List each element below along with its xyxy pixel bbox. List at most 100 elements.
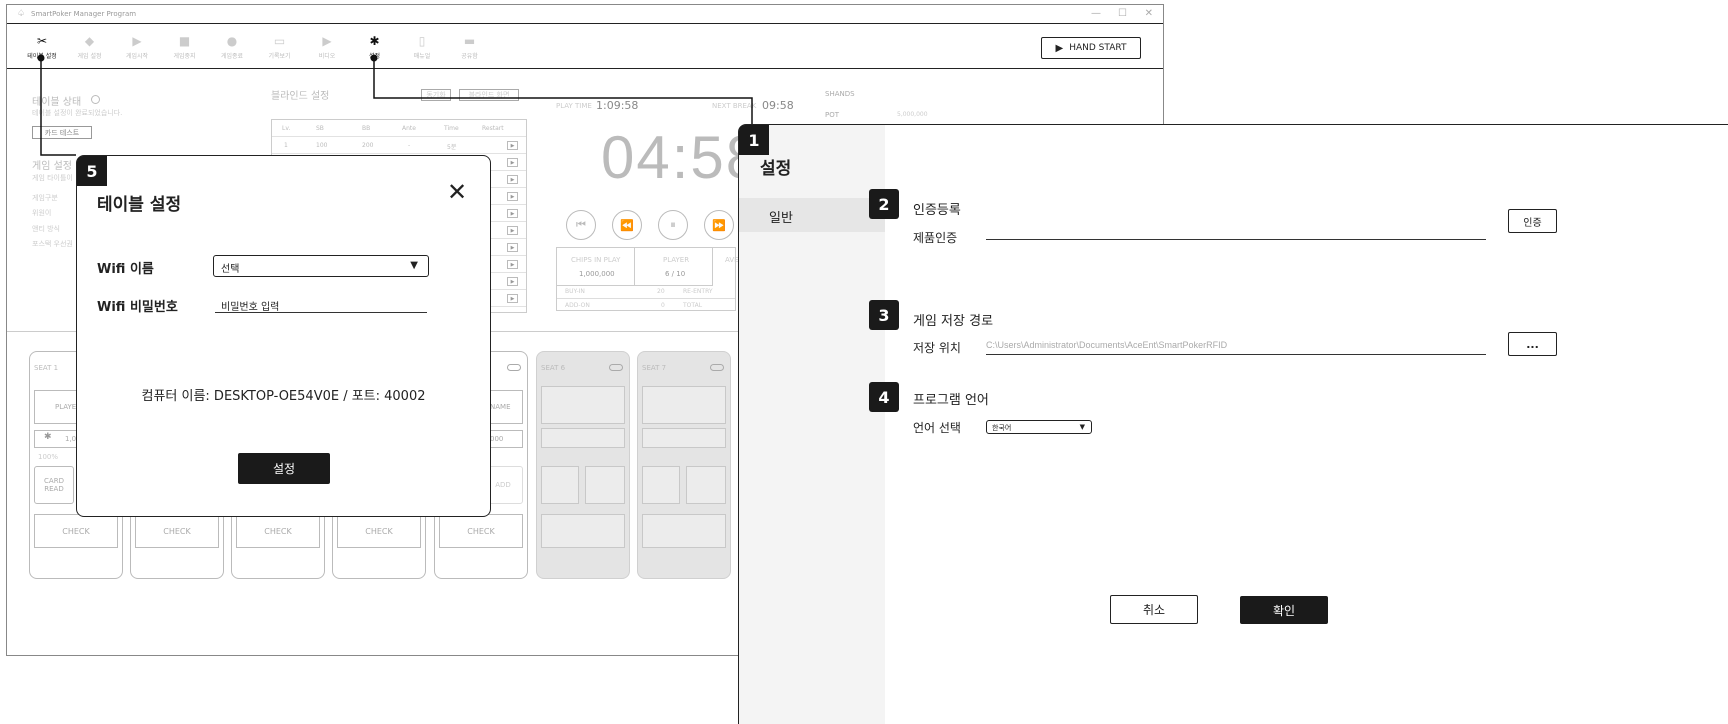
fast-forward-icon[interactable]: ⏩ [704,210,734,240]
column-header: Ante [402,125,416,132]
seat-6[interactable]: SEAT 6 [536,351,630,579]
table-status-message: 테이블 설정이 완료되었습니다. [32,109,123,117]
product-auth-label: 제품인증 [913,231,958,245]
seat-7[interactable]: SEAT 7 [637,351,731,579]
restart-play-icon[interactable]: ▶ [507,141,518,150]
column-header: Lv. [282,125,291,132]
side-item: 앤티 방식 [32,225,60,233]
rewind-icon[interactable]: ⏪ [612,210,642,240]
toolbar-item[interactable]: ◆ 게임 설정 [65,34,115,60]
hand-start-button[interactable]: ▶ HAND START [1041,37,1141,59]
seat-toggle[interactable] [609,364,623,371]
restart-play-icon[interactable]: ▶ [507,277,518,286]
apply-button[interactable]: 설정 [238,453,330,484]
reentry-label: RE-ENTRY [683,288,713,295]
restart-play-icon[interactable]: ▶ [507,209,518,218]
toolbar-item-label: 비디오 [318,53,336,60]
minimize-icon[interactable]: — [1091,8,1101,19]
language-select-label: 언어 선택 [913,421,961,435]
cell: - [408,142,411,149]
side-item: 게임구분 [32,194,58,202]
reset-button[interactable]: 동기화 [421,89,451,101]
check-button[interactable]: CHECK [337,514,421,548]
addon-label: ADD-ON [565,302,590,309]
toolbar-item-label: 게임시작 [125,53,149,60]
pause-icon[interactable]: ⏸ [658,210,688,240]
check-button[interactable]: CHECK [34,514,118,548]
close-window-icon[interactable]: ✕ [1145,8,1153,19]
check-button[interactable]: CHECK [236,514,320,548]
wifi-password-label: Wifi 비밀번호 [97,300,178,315]
confirm-button[interactable]: 확인 [1240,596,1328,624]
toolbar-item[interactable]: ■ 게임중지 [160,34,210,60]
close-icon[interactable]: ✕ [447,178,467,206]
save-location-label: 저장 위치 [913,341,961,355]
cell: 1 [284,142,288,149]
seat-toggle[interactable] [507,364,521,371]
column-header: BB [362,125,371,132]
toolbar-item[interactable]: ✂ 테이블 설정 [17,34,67,60]
table-row[interactable]: 1 100 200 - 5분 ▶ [272,137,526,154]
player-count-label: PLAYER [663,256,690,264]
restart-play-icon[interactable]: ▶ [507,158,518,167]
toolbar-item-label: 기록보기 [268,53,291,60]
keyboard-icon: ▭ [273,34,286,48]
toolbar-item[interactable]: ▶ 비디오 [302,34,352,60]
product-key-input[interactable] [986,222,1486,240]
maximize-icon[interactable]: ☐ [1118,8,1127,19]
card-read-button[interactable]: CARD READ [34,466,74,504]
settings-title: 설정 [760,159,792,179]
restart-play-icon[interactable]: ▶ [507,175,518,184]
restart-play-icon[interactable]: ▶ [507,294,518,303]
wifi-name-label: Wifi 이름 [97,262,154,277]
toolbar-item-label: 설정 [368,53,381,60]
toolbar-item[interactable]: ▶ 게임시작 [112,34,162,60]
addon-value: 0 [661,302,665,309]
toolbar-item[interactable]: ▬ 공유함 [445,34,495,60]
game-settings-title: 게임 설정 [32,161,72,172]
side-item: 위원이 [32,209,52,217]
restart-play-icon[interactable]: ▶ [507,226,518,235]
restart-play-icon[interactable]: ▶ [507,260,518,269]
gear-icon: ✱ [369,34,380,48]
wifi-password-input[interactable]: 비밀번호 입력 [215,295,427,313]
toolbar-item[interactable]: ▭ 기록보기 [255,34,305,60]
skip-back-icon[interactable]: ⏮ [566,210,596,240]
check-button[interactable]: CHECK [439,514,523,548]
settings-panel: 1 설정 일반 2 인증등록 제품인증 인증 3 게임 저장 경로 저장 위치 … [738,124,1728,724]
wifi-select[interactable]: 선택 ▼ [213,255,429,277]
percent-label: 100% [38,453,59,461]
language-select[interactable]: 한국어 ▼ [986,420,1092,434]
restart-play-icon[interactable]: ▶ [507,243,518,252]
toolbar-item[interactable]: ▯ 매뉴얼 [397,34,447,60]
seat-toggle[interactable] [710,364,724,371]
play-icon: ▶ [132,34,142,48]
video-icon: ▶ [322,34,332,48]
blind-table-header: Lv. SB BB Ante Time Restart [272,120,526,137]
chevron-down-icon: ▼ [410,260,418,271]
restart-play-icon[interactable]: ▶ [507,192,518,201]
check-button[interactable]: CHECK [135,514,219,548]
wifi-select-value: 선택 [221,264,240,275]
toolbar-item[interactable]: ● 게임종료 [207,34,257,60]
next-break-label: NEXT BREAK [712,102,757,110]
card-test-button[interactable]: 카드 테스트 [32,126,92,139]
blind-screen-button[interactable]: 블라인드 화면 [459,89,519,101]
seat-label: SEAT 7 [642,364,667,372]
save-path-input[interactable]: C:\Users\Administrator\Documents\AceEnt\… [986,337,1486,355]
game-title-label: 게임 타이틀이 [32,174,73,182]
browse-button[interactable]: ... [1508,332,1557,356]
sidebar-item-general[interactable]: 일반 [739,198,885,232]
side-item: 포스택 우선권 [32,240,73,248]
stats-panel: CHIPS IN PLAY 1,000,000 PLAYER 6 / 10 AV… [556,247,739,311]
auth-button[interactable]: 인증 [1508,209,1557,233]
toolbar-item-label: 매뉴얼 [413,53,431,60]
column-header: Restart [482,125,504,132]
toolbar-item[interactable]: ✱ 설정 [350,34,400,60]
pot-value: 5,000,000 [897,111,928,118]
briefcase-icon: ▬ [463,34,476,48]
play-time-label: PLAY TIME [556,102,592,110]
wrench-icon: ✂ [36,34,48,48]
cancel-button[interactable]: 취소 [1110,595,1198,624]
window-title: SmartPoker Manager Program [31,10,137,18]
